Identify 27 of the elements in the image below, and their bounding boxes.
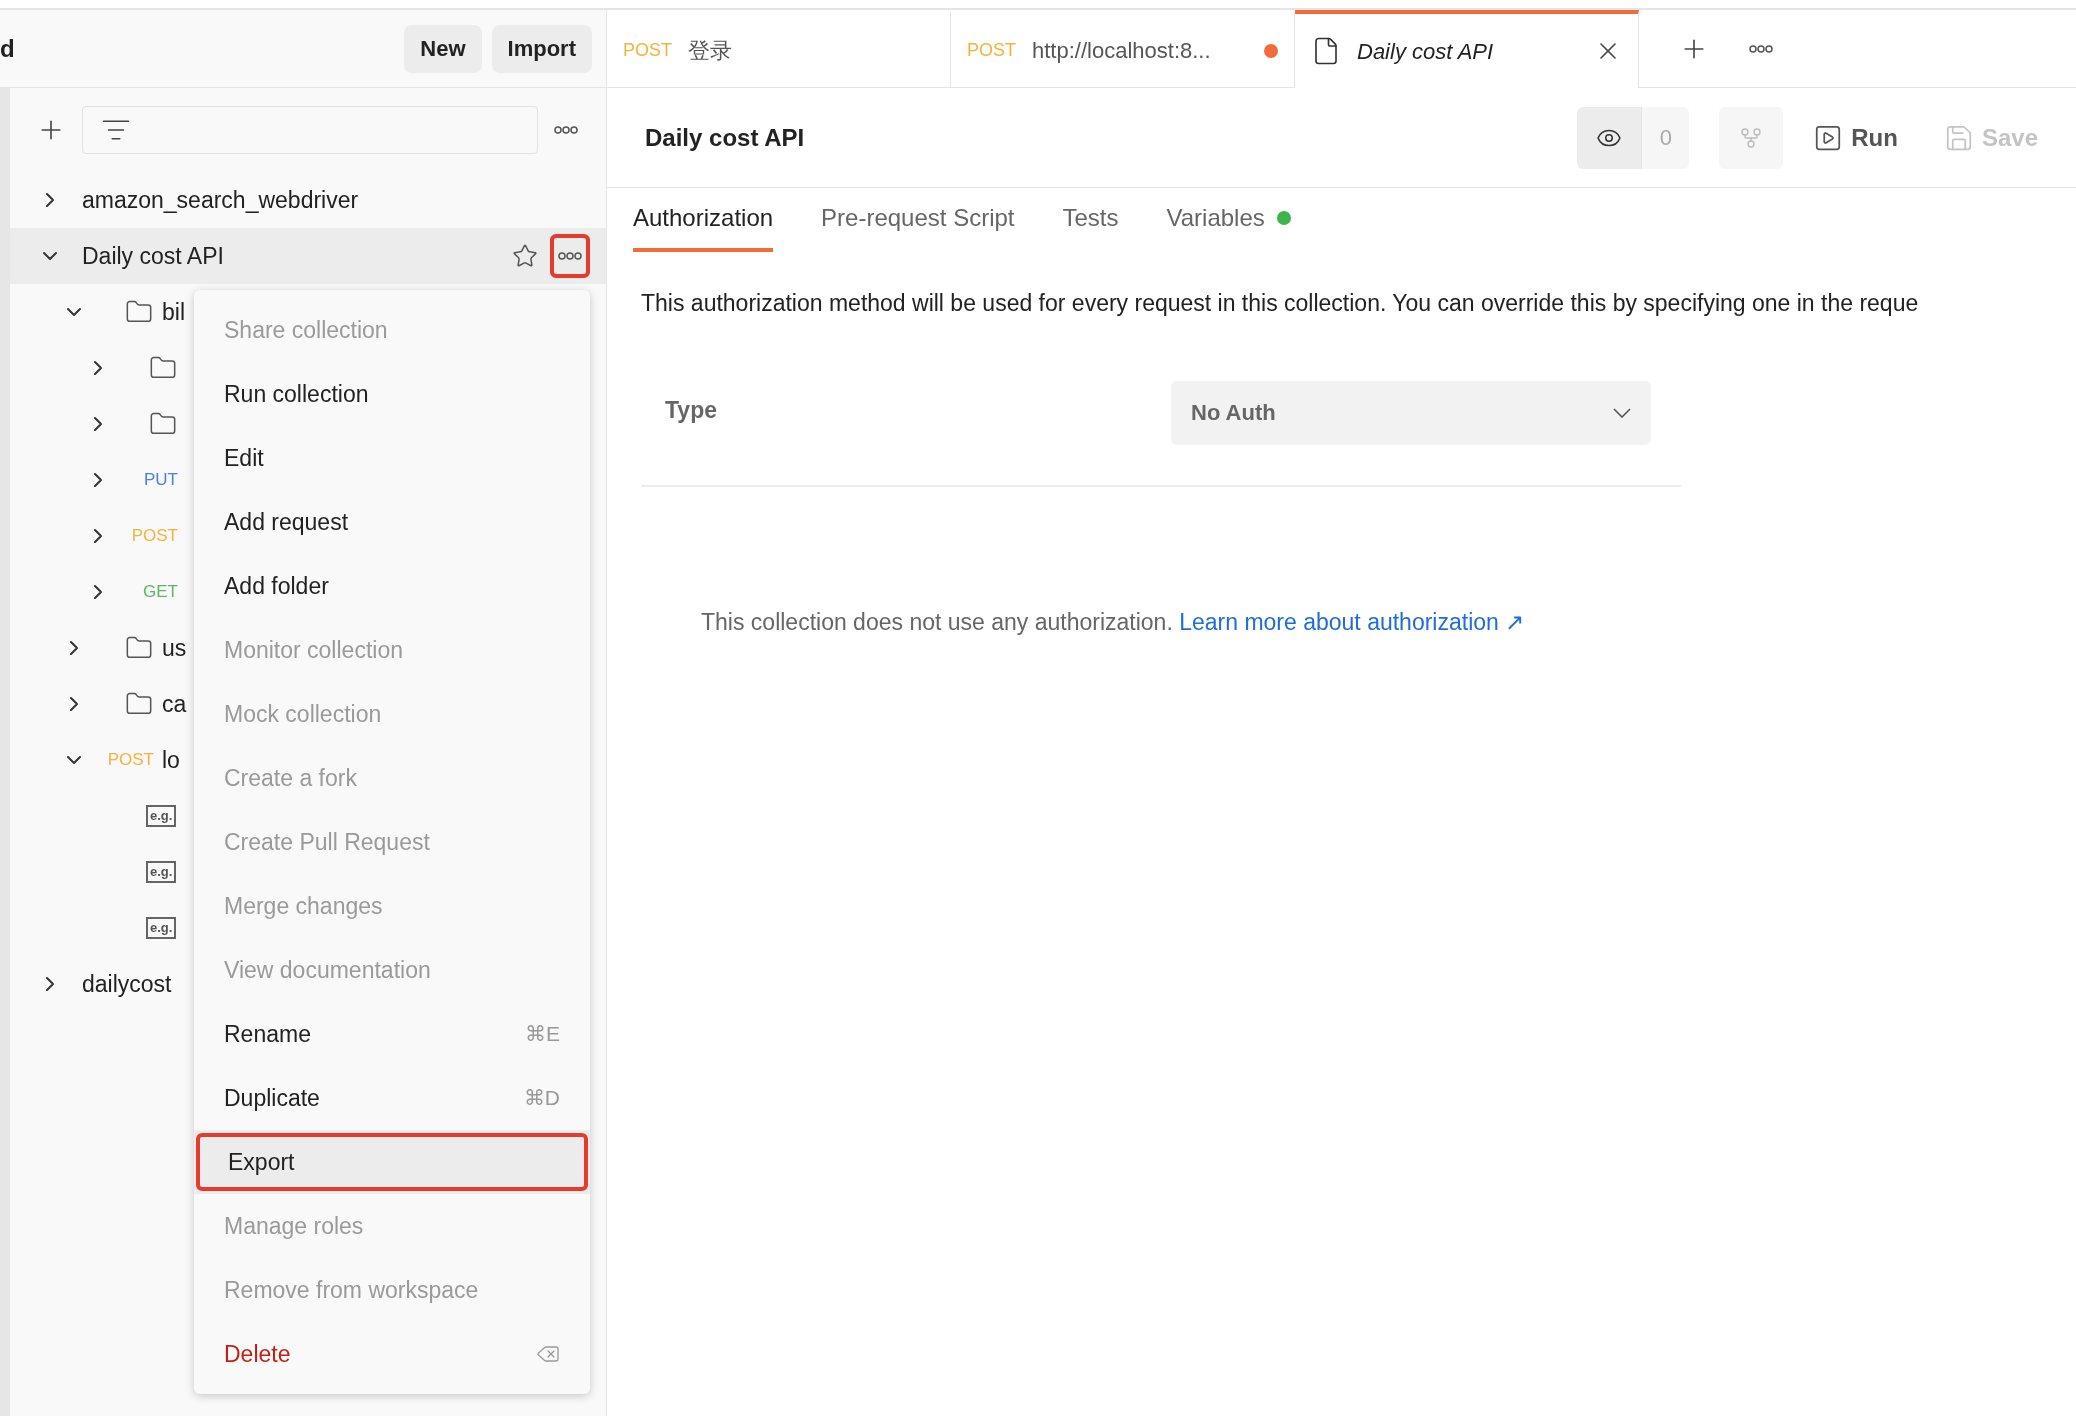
method-label: POST (623, 39, 672, 62)
shortcut-label: ⌘D (523, 1085, 560, 1112)
tree-item-label: bil (162, 297, 185, 327)
tab-title: http://localhost:8... (1032, 37, 1211, 65)
method-label: GET (142, 581, 178, 604)
watch-count: 0 (1641, 106, 1690, 169)
method-label: POST (130, 525, 178, 548)
tree-item-label: amazon_search_webdriver (82, 185, 359, 215)
tree-item-label: lo (162, 745, 180, 775)
tree-item-label: dailycost (82, 969, 172, 999)
method-label: POST (106, 749, 154, 772)
tree-item-label: Daily cost API (82, 241, 224, 271)
type-label: Type (664, 395, 718, 425)
tree-item-label: us (162, 633, 187, 663)
method-label: POST (967, 39, 1016, 62)
collection-title: Daily cost API (645, 122, 805, 153)
auth-description: This authorization method will be used for every request in this collection. You can override this by specifying one in the reque (641, 289, 1920, 318)
example-tag: e.g. (146, 861, 177, 883)
method-label: PUT (143, 469, 178, 492)
tab-title: Daily cost API (1357, 37, 1494, 66)
auth-notice: This collection does not use any authorization. Learn more about authorization ↗ (700, 607, 1526, 637)
example-tag: e.g. (146, 917, 177, 939)
tree-item-label: ca (162, 689, 187, 719)
tab-title: 登录 (688, 37, 732, 65)
shortcut-label: ⌘E (525, 1021, 560, 1048)
example-tag: e.g. (146, 805, 177, 827)
workspace-title: d (0, 33, 15, 64)
